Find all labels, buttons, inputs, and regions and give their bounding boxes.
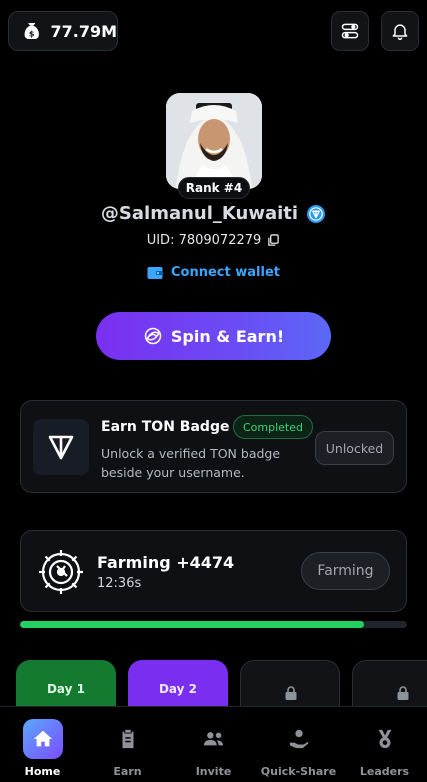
farming-button[interactable]: Farming bbox=[301, 552, 390, 590]
day-label: Day 1 bbox=[46, 682, 86, 696]
bottom-nav: Home Earn Invite Quick-Share Leaders bbox=[0, 706, 427, 782]
nav-earn-label: Earn bbox=[113, 765, 142, 778]
balance-display[interactable]: $ 77.79M bbox=[8, 11, 118, 51]
money-bag-icon: $ bbox=[24, 22, 39, 40]
farming-card: Farming +4474 12:36s Farming bbox=[20, 530, 407, 612]
avatar-image bbox=[166, 93, 262, 189]
farming-progress-bar bbox=[20, 621, 407, 628]
farming-progress-fill bbox=[20, 621, 365, 628]
nav-home[interactable]: Home bbox=[0, 707, 85, 782]
avatar[interactable] bbox=[166, 93, 262, 189]
nav-earn[interactable]: Earn bbox=[85, 707, 170, 782]
hand-coin-icon bbox=[289, 729, 309, 749]
top-bar: $ 77.79M bbox=[8, 11, 419, 51]
farming-gear-icon bbox=[39, 550, 83, 594]
nav-leaders-label: Leaders bbox=[359, 765, 410, 778]
bell-icon bbox=[392, 24, 408, 41]
farming-timer: 12:36s bbox=[97, 576, 142, 591]
connect-wallet-link[interactable]: Connect wallet bbox=[0, 265, 427, 280]
wallet-icon bbox=[147, 266, 163, 279]
nav-leaders[interactable]: Leaders bbox=[342, 707, 427, 782]
ton-verified-icon bbox=[307, 204, 326, 223]
spin-earn-label: Spin & Earn! bbox=[170, 326, 285, 346]
nav-invite-label: Invite bbox=[195, 765, 232, 778]
ton-badge-description: Unlock a verified TON badge beside your … bbox=[101, 446, 281, 480]
ton-logo bbox=[33, 419, 89, 475]
home-icon bbox=[33, 730, 53, 747]
balance-value: 77.79M bbox=[50, 21, 117, 41]
lock-icon bbox=[397, 686, 409, 700]
nav-home-label: Home bbox=[24, 765, 61, 778]
farming-title: Farming +4474 bbox=[97, 553, 235, 572]
spin-earn-button[interactable]: Spin & Earn! bbox=[96, 312, 331, 360]
connect-wallet-label: Connect wallet bbox=[171, 265, 280, 280]
users-icon bbox=[203, 732, 224, 746]
copy-icon[interactable] bbox=[267, 234, 280, 247]
settings-button[interactable] bbox=[331, 11, 369, 51]
notifications-button[interactable] bbox=[381, 11, 419, 51]
ton-badge-title: Earn TON Badge bbox=[101, 419, 230, 435]
uid-text: UID: 7809072279 bbox=[146, 233, 262, 248]
day-label: Day 2 bbox=[158, 682, 198, 696]
ton-logo-icon bbox=[48, 435, 74, 460]
settings-sliders-icon bbox=[341, 23, 359, 39]
ton-badge-card: Earn TON Badge Completed Unlock a verifi… bbox=[20, 400, 407, 493]
unlocked-button[interactable]: Unlocked bbox=[315, 431, 394, 465]
status-badge: Completed bbox=[233, 415, 313, 439]
username: @Salmanul_Kuwaiti bbox=[100, 203, 299, 224]
nav-invite[interactable]: Invite bbox=[171, 707, 256, 782]
username-row: @Salmanul_Kuwaiti bbox=[0, 203, 427, 224]
medal-icon bbox=[378, 729, 392, 749]
svg-text:$: $ bbox=[29, 29, 35, 38]
lock-icon bbox=[285, 686, 297, 700]
uid-row: UID: 7809072279 bbox=[0, 233, 427, 248]
nav-quick-share[interactable]: Quick-Share bbox=[256, 707, 341, 782]
clipboard-icon bbox=[122, 729, 134, 749]
nav-quick-share-label: Quick-Share bbox=[260, 765, 337, 778]
rank-badge: Rank #4 bbox=[178, 177, 250, 199]
spin-icon bbox=[144, 327, 162, 345]
